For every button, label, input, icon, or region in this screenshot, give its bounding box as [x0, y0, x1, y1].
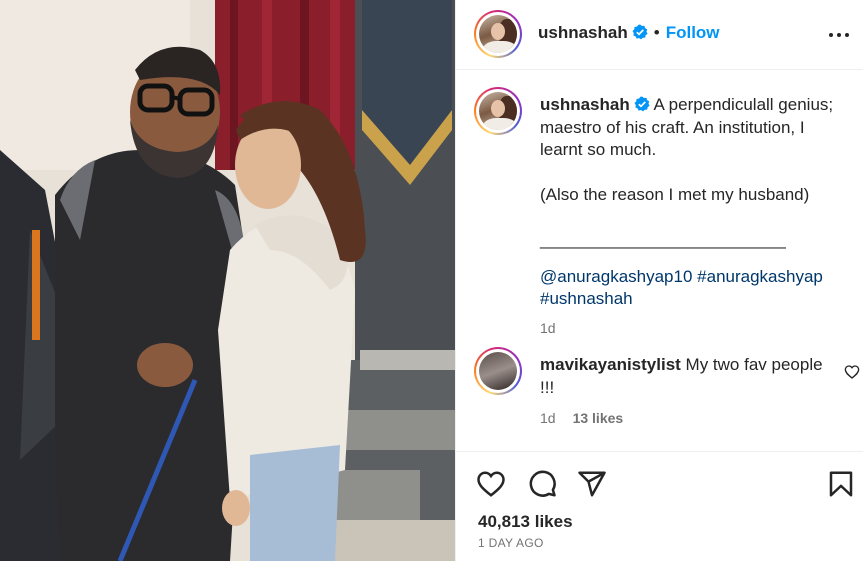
header-author-row: ushnashah • Follow	[538, 23, 720, 43]
author-username[interactable]: ushnashah	[538, 23, 628, 42]
author-avatar[interactable]	[474, 10, 522, 58]
comment-likes[interactable]: 13 likes	[573, 410, 624, 426]
hashtag-link[interactable]: #anuragkashyap	[697, 267, 823, 286]
comment-like-heart-icon[interactable]	[844, 364, 860, 380]
caption-line: maestro of his craft. An institution, I	[540, 117, 805, 137]
hashtag-link[interactable]: #ushnashah	[540, 289, 633, 308]
verified-badge-icon	[632, 24, 648, 40]
commenter-avatar[interactable]	[474, 347, 522, 395]
follow-button[interactable]: Follow	[666, 23, 720, 42]
comment-timestamp[interactable]: 1d	[540, 410, 556, 426]
caption-line: A perpendiculall genius;	[653, 95, 834, 114]
action-bar: 40,813 likes 1 DAY AGO	[456, 451, 863, 561]
caption-username[interactable]: ushnashah	[540, 95, 630, 114]
header-separator: •	[653, 23, 660, 42]
comment-text-cont: !!!	[540, 377, 555, 397]
caption-line: (Also the reason I met my husband)	[540, 185, 810, 204]
comment-item: mavikayanistylist My two fav people !!! …	[540, 354, 840, 430]
caption-line: learnt so much.	[540, 140, 657, 159]
verified-badge-icon	[634, 96, 650, 112]
post-header: ushnashah • Follow	[456, 0, 863, 70]
post-details-panel: ushnashah • Follow ushnashah A perpendicul…	[455, 0, 863, 561]
comments-section: ushnashah A perpendiculall genius; maest…	[456, 70, 863, 450]
post-photo[interactable]	[0, 0, 455, 561]
caption-text: ushnashah A perpendiculall genius; maest…	[540, 94, 860, 339]
comment-icon[interactable]	[527, 469, 557, 499]
bookmark-icon[interactable]	[826, 469, 856, 499]
caption-divider: __________________________	[540, 230, 786, 249]
mention-link[interactable]: @anuragkashyap10	[540, 267, 692, 286]
share-icon[interactable]	[577, 469, 607, 499]
like-count[interactable]: 40,813 likes	[478, 512, 573, 532]
comment-text: My two fav people	[685, 355, 823, 374]
caption-timestamp[interactable]: 1d	[540, 317, 860, 340]
heart-icon[interactable]	[476, 469, 506, 499]
commenter-username[interactable]: mavikayanistylist	[540, 355, 681, 374]
photo-illustration	[0, 0, 455, 561]
more-options-icon[interactable]	[827, 23, 851, 47]
post-date[interactable]: 1 DAY AGO	[478, 536, 544, 550]
caption-author-avatar[interactable]	[474, 87, 522, 135]
